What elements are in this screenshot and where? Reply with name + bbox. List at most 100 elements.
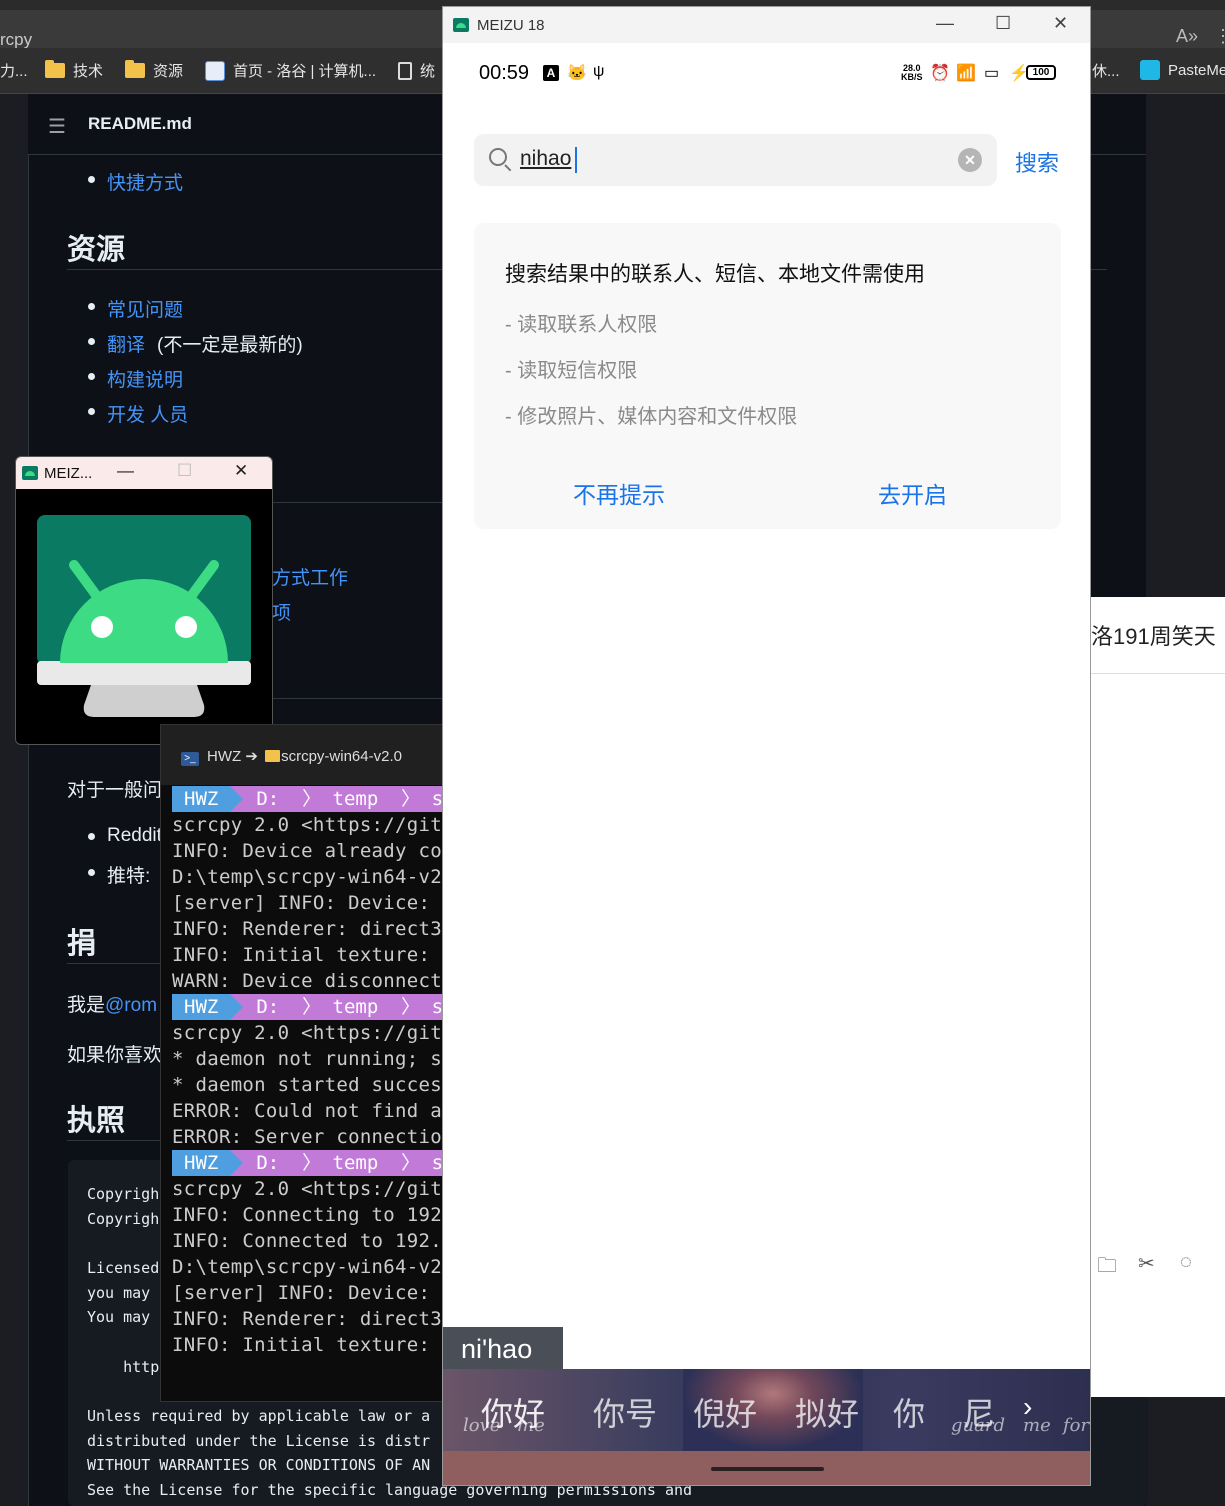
minimize-button[interactable]: —: [936, 13, 954, 34]
bullet-reddit: Reddit: [107, 825, 162, 846]
outline-list-icon[interactable]: ☰: [48, 114, 66, 139]
usb-icon: ψ: [593, 63, 605, 80]
folder-icon: [45, 60, 65, 78]
dont-remind-button[interactable]: 不再提示: [573, 476, 665, 510]
small-scrcpy-window: MEIZ... — ☐ ✕: [15, 456, 273, 745]
search-input[interactable]: [520, 147, 920, 171]
screen-icon: ▭: [984, 65, 1000, 82]
readme-link-partial-1[interactable]: 方式工作: [272, 563, 348, 590]
phone-window-titlebar: MEIZU 18 — ☐ ✕: [443, 7, 1090, 43]
terminal-line: INFO: Device already co: [172, 840, 442, 862]
ime-candidate[interactable]: 倪好: [693, 1389, 757, 1435]
bullet-icon: [88, 373, 95, 380]
search-bar[interactable]: ✕: [474, 134, 997, 186]
readme-link-translations[interactable]: 翻译: [107, 330, 145, 357]
more-candidates-chevron-icon[interactable]: ›: [1023, 1391, 1032, 1423]
section-divider: [272, 698, 442, 699]
terminal-line: [server] INFO: Device:: [172, 1282, 442, 1304]
heading-divider: [67, 963, 162, 964]
bullet-icon: [88, 338, 95, 345]
ime-candidate[interactable]: 你: [893, 1389, 925, 1435]
terminal-line: INFO: Renderer: direct3: [172, 1308, 442, 1330]
bullet-icon: [88, 303, 95, 310]
permission-card: 搜索结果中的联系人、短信、本地文件需使用 - 读取联系人权限 - 读取短信权限 …: [474, 223, 1061, 529]
terminal-line: INFO: Connected to 192.: [172, 1230, 442, 1252]
network-speed: 28.0 KB/S: [901, 63, 923, 82]
scrcpy-app-icon: [22, 466, 38, 480]
terminal-line: INFO: Initial texture:: [172, 944, 442, 966]
author-intro: 我是@rom: [67, 995, 158, 1016]
code-line: you may: [87, 1284, 151, 1302]
bookmark-item[interactable]: 力...: [0, 60, 28, 81]
ime-candidate[interactable]: 拟好: [795, 1389, 859, 1435]
author-link[interactable]: @rom: [105, 995, 157, 1016]
chat-bubble-icon[interactable]: ◌: [1180, 1251, 1192, 1274]
ime-candidate[interactable]: 尼: [963, 1389, 995, 1435]
bookmark-luogu[interactable]: 首页 - 洛谷 | 计算机...: [205, 60, 376, 81]
maximize-button[interactable]: ☐: [177, 461, 192, 481]
terminal-window: >_ HWZ ➔ scrcpy-win64-v2.0 HWZ D: 〉 temp 〉…: [160, 724, 444, 1402]
bullet-icon: [88, 833, 95, 840]
read-aloud-icon[interactable]: A»: [1176, 26, 1198, 47]
readme-link-shortcuts[interactable]: 快捷方式: [107, 168, 183, 195]
home-gesture-handle[interactable]: [711, 1467, 824, 1471]
general-questions-text: 对于一般问: [67, 780, 163, 801]
bullet-icon: [88, 869, 95, 876]
readme-title: README.md: [88, 114, 192, 133]
search-icon: [489, 148, 507, 166]
terminal-prompt: HWZD: 〉 temp 〉 scr: [172, 786, 443, 812]
close-button[interactable]: ✕: [234, 461, 248, 481]
gesture-nav-bar: [443, 1451, 1090, 1485]
bullet-icon: [88, 408, 95, 415]
folder-icon[interactable]: 🗀: [1097, 1251, 1117, 1285]
readme-link-build[interactable]: 构建说明: [107, 365, 183, 392]
bookmark-doc[interactable]: 统: [398, 60, 435, 81]
chat-title: 洛191周笑天: [1091, 624, 1216, 649]
browser-tab-title[interactable]: rcpy: [0, 30, 32, 50]
background-chat-window: 洛191周笑天 🗀 ✂ ◌: [1091, 597, 1225, 1397]
close-button[interactable]: ✕: [1053, 13, 1068, 34]
enable-permission-button[interactable]: 去开启: [878, 476, 947, 510]
translation-note: (不一定是最新的): [157, 335, 303, 356]
permission-item-media: - 修改照片、媒体内容和文件权限: [505, 406, 798, 428]
maximize-button[interactable]: ☐: [995, 13, 1011, 34]
ime-candidate[interactable]: 你好: [481, 1389, 545, 1435]
code-line: Licensed: [87, 1259, 160, 1277]
document-icon: [398, 61, 412, 80]
code-line: Copyrigh: [87, 1185, 160, 1203]
chat-divider: [1091, 673, 1225, 674]
ime-composition: ni'hao: [443, 1327, 563, 1371]
readme-link-developers[interactable]: 开发 人员: [107, 400, 188, 427]
code-line: Unless required by applicable law or a: [87, 1407, 431, 1425]
bookmark-pasteme[interactable]: PasteMe: [1140, 60, 1225, 80]
scissors-icon[interactable]: ✂: [1138, 1251, 1155, 1276]
clear-search-button[interactable]: ✕: [958, 148, 982, 172]
battery-icon: 100: [1026, 65, 1056, 80]
ime-candidate[interactable]: 你号: [593, 1389, 657, 1435]
alarm-icon: ⏰: [930, 65, 950, 82]
bookmark-item-2[interactable]: 休...: [1092, 60, 1120, 81]
terminal-line: scrcpy 2.0 <https://git: [172, 1022, 442, 1044]
bookmark-folder-tech[interactable]: 技术: [45, 60, 103, 81]
if-you-like-text: 如果你喜欢: [67, 1045, 163, 1066]
bullet-icon: [88, 176, 95, 183]
minimize-button[interactable]: —: [117, 461, 134, 481]
readme-link-faq[interactable]: 常见问题: [107, 295, 183, 322]
ime-candidate-bar: love me guard me for 你好 你号 倪好 拟好 你 尼 ›: [443, 1369, 1090, 1451]
terminal-line: D:\temp\scrcpy-win64-v2: [172, 866, 442, 888]
bookmark-folder-resources[interactable]: 资源: [125, 60, 183, 81]
search-button[interactable]: 搜索: [1015, 146, 1059, 178]
readme-link-partial-2[interactable]: 项: [272, 598, 291, 625]
terminal-tab[interactable]: >_ HWZ ➔ scrcpy-win64-v2.0: [161, 725, 443, 785]
cat-app-icon: 🐱: [567, 65, 587, 82]
more-icon[interactable]: ⋮: [1214, 26, 1225, 47]
terminal-prompt: HWZD: 〉 temp 〉 scr: [172, 994, 443, 1020]
terminal-line: INFO: Renderer: direct3: [172, 918, 442, 940]
terminal-line: * daemon started succes: [172, 1074, 442, 1096]
terminal-line: INFO: Initial texture:: [172, 1334, 442, 1356]
permission-title: 搜索结果中的联系人、短信、本地文件需使用: [505, 263, 925, 286]
bullet-twitter: 推特:: [107, 866, 151, 887]
small-window-title: MEIZ...: [44, 465, 93, 482]
scrcpy-app-icon: [453, 18, 469, 32]
code-line: You may: [87, 1308, 151, 1326]
